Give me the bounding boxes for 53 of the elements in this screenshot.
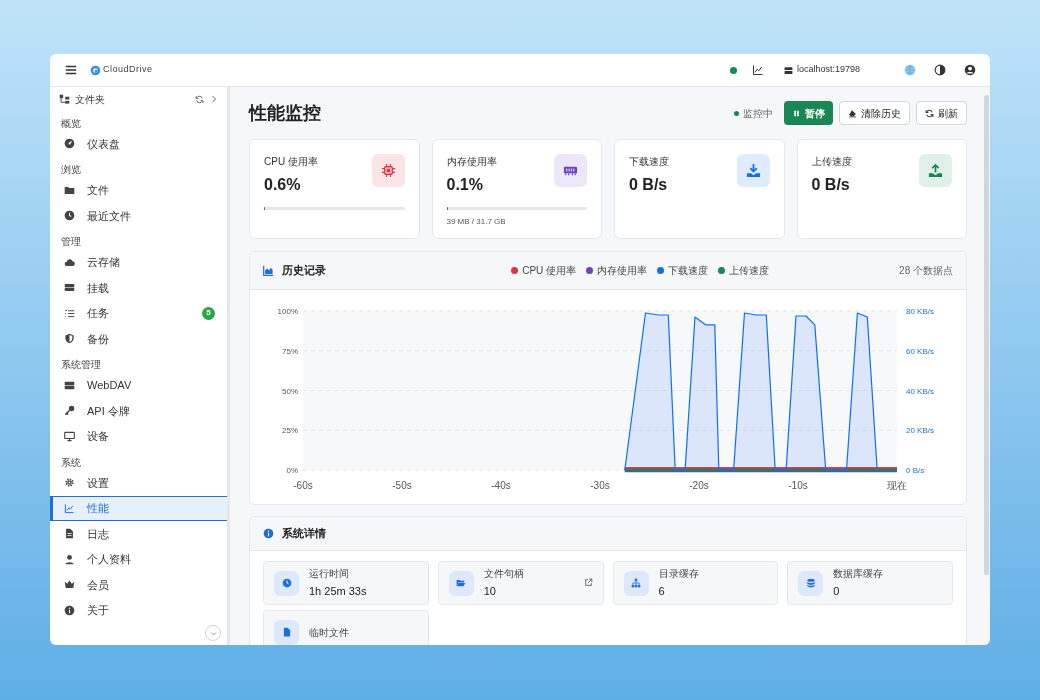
axis-label: -60s [293, 480, 313, 491]
axis-label: 0% [286, 466, 298, 475]
stat-value: 0 B/s [629, 175, 669, 195]
axis-label: 25% [282, 426, 298, 436]
axis-label: 80 KB/s [906, 307, 934, 316]
axis-label: 20 KB/s [906, 426, 934, 436]
stat-value: 0.6% [264, 175, 302, 195]
card-title: 历史记录 [282, 263, 326, 279]
axis-label: 现在 [887, 480, 907, 491]
count-badge: 5 [202, 306, 215, 320]
info-value: 1h 25m 33s [309, 584, 367, 600]
monitoring-status: 监控中 [743, 106, 773, 121]
section-heading: 管理 [60, 235, 82, 249]
page-title: 性能监控 [249, 101, 321, 125]
axis-label: 0 B/s [906, 466, 925, 475]
folder-label: 文件夹 [75, 92, 105, 107]
section-heading: 系统 [60, 455, 82, 470]
stat-value: 0.1% [446, 175, 484, 195]
info-value: 10 [483, 584, 497, 600]
legend-label: CPU 使用率 [522, 264, 577, 278]
info-label: 临时文件 [309, 625, 349, 640]
info-label: 数据库缓存 [833, 567, 884, 582]
card-title: 系统详情 [282, 526, 326, 542]
info-label: 文件句柄 [483, 567, 524, 582]
axis-label: 60 KB/s [906, 346, 934, 356]
axis-label: -50s [392, 480, 412, 491]
legend-label: 下载速度 [668, 264, 709, 278]
stat-label: 下载速度 [629, 155, 670, 169]
info-value: 0 [833, 584, 841, 600]
stat-label: 上传速度 [811, 155, 853, 169]
axis-label: -20s [689, 480, 709, 491]
section-heading: 概览 [60, 116, 82, 131]
legend-label: 内存使用率 [597, 264, 648, 278]
axis-label: -30s [590, 480, 610, 491]
stat-value: 0 B/s [811, 175, 851, 195]
axis-label: 100% [277, 307, 298, 316]
stat-detail: 39 MB / 31.7 GB [446, 216, 507, 228]
axis-label: -40s [491, 480, 511, 491]
info-label: 目录缓存 [658, 567, 699, 582]
axis-label: 50% [282, 386, 298, 396]
data-point-count: 28 个数据点 [899, 264, 953, 278]
section-heading: 浏览 [60, 163, 82, 177]
axis-label: -10s [788, 480, 808, 491]
info-value: 6 [658, 584, 666, 600]
brand-name: CloudDrive [103, 63, 153, 77]
server-address: localhost:19798 [796, 63, 860, 77]
axis-label: 75% [282, 346, 298, 356]
stat-label: CPU 使用率 [264, 155, 319, 169]
stat-label: 内存使用率 [446, 155, 498, 169]
axis-label: 40 KB/s [906, 386, 934, 396]
info-label: 运行时间 [309, 567, 350, 582]
legend-label: 上传速度 [729, 264, 770, 278]
section-heading: 系统管理 [60, 358, 102, 372]
